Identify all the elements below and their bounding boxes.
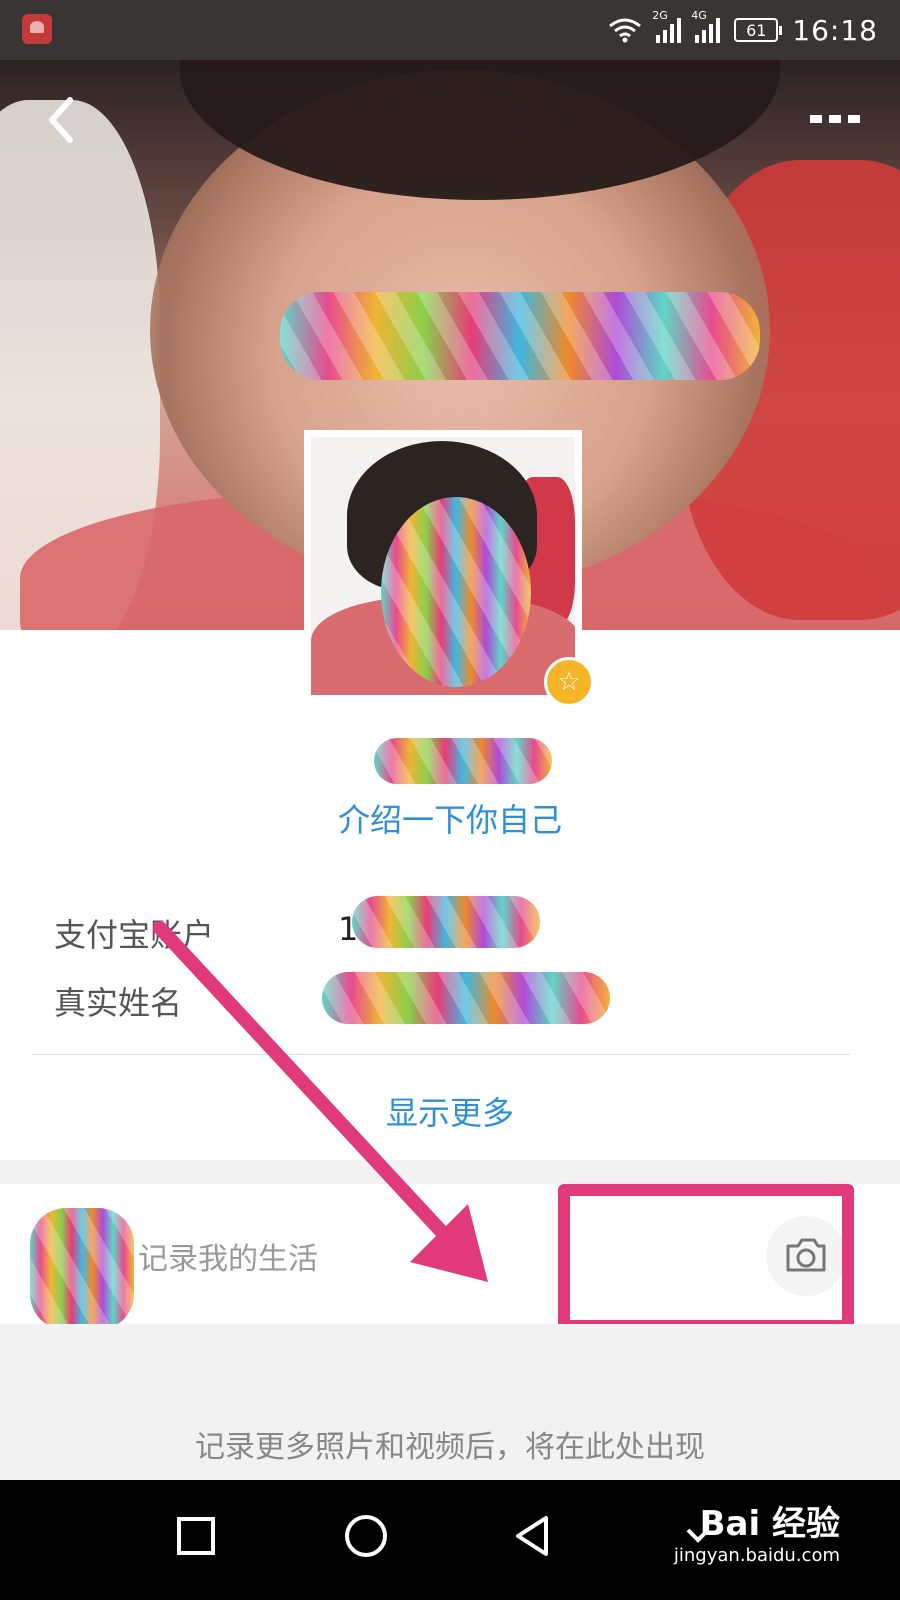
real-name-label: 真实姓名 [54, 984, 183, 1022]
more-dots-icon[interactable] [808, 108, 862, 130]
divider [32, 1054, 850, 1055]
signal-2g-icon: 2G [652, 9, 682, 43]
intro-link[interactable]: 介绍一下你自己 [0, 795, 900, 841]
post-placeholder[interactable]: 记录我的生活 [138, 1234, 318, 1278]
redacted-post-avatar [30, 1208, 134, 1330]
clock: 16:18 [792, 13, 878, 47]
star-icon: ☆ [544, 657, 594, 707]
status-bar: 2G 4G 61 16:18 [0, 0, 900, 60]
show-more-link[interactable]: 显示更多 [0, 1088, 900, 1134]
network-2g-label: 2G [652, 9, 668, 22]
baidu-jingyan-watermark: Bai 经验 jingyan.baidu.com [674, 1496, 840, 1566]
redacted-account [352, 896, 540, 948]
huawei-logo-icon [22, 14, 52, 44]
home-circle-icon[interactable] [336, 1506, 396, 1566]
wifi-icon [609, 18, 642, 43]
redacted-real-name [322, 972, 610, 1024]
watermark-url: jingyan.baidu.com [673, 1545, 840, 1566]
avatar[interactable] [304, 430, 582, 702]
alipay-account-label: 支付宝账户 [54, 916, 215, 954]
section-gap [0, 1160, 900, 1184]
battery-level: 61 [746, 20, 767, 40]
annotation-highlight-box [558, 1184, 854, 1332]
redacted-username [374, 738, 552, 784]
network-4g-label: 4G [691, 9, 707, 22]
signal-4g-icon: 4G [691, 9, 721, 43]
empty-state-text: 记录更多照片和视频后，将在此处出现 [195, 1430, 705, 1465]
redacted-nickname [280, 292, 760, 380]
back-chevron-left-icon[interactable] [38, 92, 88, 148]
watermark-main: Bai 经验 [699, 1504, 840, 1544]
battery-icon: 61 [734, 18, 783, 42]
back-triangle-icon[interactable] [504, 1506, 564, 1566]
recent-apps-square-icon[interactable] [166, 1506, 226, 1566]
